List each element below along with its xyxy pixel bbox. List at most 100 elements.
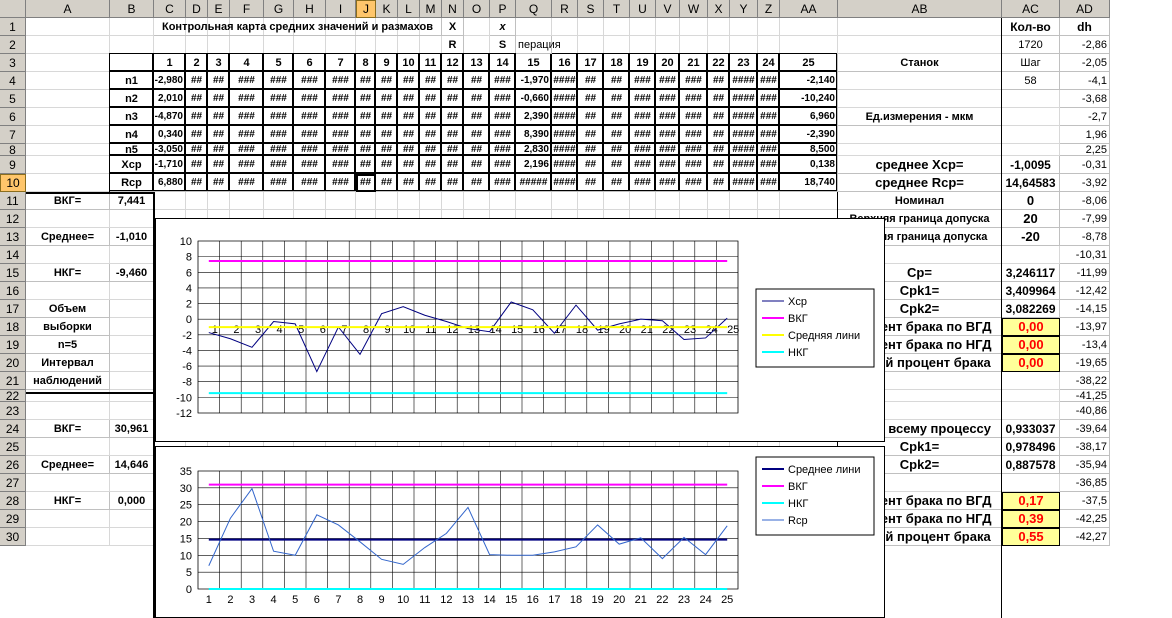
cell-ad18[interactable]: -13,97 [1060, 318, 1110, 336]
cell-ad29[interactable]: -42,25 [1060, 510, 1110, 528]
table-cell[interactable]: ## [356, 174, 376, 192]
table-cell[interactable]: ### [630, 72, 656, 90]
grid-cell[interactable] [758, 36, 780, 54]
grid-cell[interactable] [110, 474, 154, 492]
table-cell[interactable]: ## [442, 90, 464, 108]
table-cell[interactable]: ## [356, 72, 376, 90]
table-cell[interactable]: ## [578, 174, 604, 192]
table-cell[interactable]: ### [230, 174, 264, 192]
cell-ad13[interactable]: -8,78 [1060, 228, 1110, 246]
table-cell[interactable]: ### [490, 156, 516, 174]
left-label-20[interactable]: Интервал [26, 354, 110, 372]
grid-cell[interactable] [110, 528, 154, 546]
table-cell[interactable]: #### [552, 90, 578, 108]
row-label-1[interactable]: n1 [110, 72, 154, 90]
table-cell[interactable]: #### [552, 156, 578, 174]
table-cell[interactable]: 0,138 [780, 156, 838, 174]
cell-ac2[interactable]: 1720 [1002, 36, 1060, 54]
sample-number-24[interactable]: 24 [758, 54, 780, 72]
row-header-5[interactable]: 5 [0, 90, 26, 108]
grid-cell[interactable] [294, 36, 326, 54]
row-header-9[interactable]: 9 [0, 156, 26, 174]
row-header-21[interactable]: 21 [0, 372, 26, 390]
left-label-19[interactable]: n=5 [26, 336, 110, 354]
table-cell[interactable]: ## [464, 144, 490, 156]
table-cell[interactable]: ## [398, 174, 420, 192]
table-cell[interactable]: ## [208, 174, 230, 192]
select-all-corner[interactable] [0, 0, 26, 18]
table-cell[interactable]: ## [708, 156, 730, 174]
grid-cell[interactable] [578, 18, 604, 36]
spreadsheet[interactable]: A B C D E F G H I J K L M N O P Q R S T U V W X Y Z AA AB AC AD 12345… [0, 0, 1172, 618]
column-header-ab[interactable]: AB [838, 0, 1002, 18]
grid-cell[interactable] [26, 36, 110, 54]
cell-ad1[interactable]: dh [1060, 18, 1110, 36]
sample-number-21[interactable]: 21 [680, 54, 708, 72]
summary-value-17[interactable]: 3,082269 [1002, 300, 1060, 318]
row-label-6[interactable]: Xср [110, 156, 154, 174]
table-cell[interactable]: ### [490, 90, 516, 108]
table-cell[interactable]: ### [264, 156, 294, 174]
table-cell[interactable]: ### [230, 72, 264, 90]
sample-number-17[interactable]: 17 [578, 54, 604, 72]
table-cell[interactable]: #### [730, 174, 758, 192]
summary-value-26[interactable]: 0,887578 [1002, 456, 1060, 474]
grid-cell[interactable] [780, 18, 838, 36]
grid-cell[interactable] [110, 438, 154, 456]
row-header-12[interactable]: 12 [0, 210, 26, 228]
grid-cell[interactable] [186, 192, 208, 210]
table-cell[interactable]: ## [604, 156, 630, 174]
row-header-23[interactable]: 23 [0, 402, 26, 420]
table-cell[interactable]: ### [490, 72, 516, 90]
table-cell[interactable]: ## [578, 144, 604, 156]
grid-cell[interactable] [26, 72, 110, 90]
row-header-29[interactable]: 29 [0, 510, 26, 528]
sample-number-20[interactable]: 20 [656, 54, 680, 72]
table-cell[interactable]: ## [442, 126, 464, 144]
cell-ab6[interactable]: Ед.измерения - мкм [838, 108, 1002, 126]
grid-cell[interactable] [758, 192, 780, 210]
table-cell[interactable]: ## [464, 174, 490, 192]
defect-value-18[interactable]: 0,00 [1002, 318, 1060, 336]
grid-cell[interactable] [464, 36, 490, 54]
table-cell[interactable]: ## [420, 108, 442, 126]
cell-ad15[interactable]: -11,99 [1060, 264, 1110, 282]
table-cell[interactable]: ## [186, 90, 208, 108]
grid-cell[interactable] [680, 18, 708, 36]
table-cell[interactable]: ### [758, 108, 780, 126]
grid-cell[interactable] [1002, 126, 1060, 144]
table-cell[interactable]: #### [552, 108, 578, 126]
table-cell[interactable]: #### [730, 144, 758, 156]
summary-value-11[interactable]: 0 [1002, 192, 1060, 210]
table-cell[interactable]: ### [758, 156, 780, 174]
column-header-o[interactable]: O [464, 0, 490, 18]
table-cell[interactable]: #### [552, 174, 578, 192]
table-cell[interactable]: ### [758, 174, 780, 192]
table-cell[interactable]: ## [376, 90, 398, 108]
sample-number-19[interactable]: 19 [630, 54, 656, 72]
table-cell[interactable]: ### [630, 90, 656, 108]
row-header-16[interactable]: 16 [0, 282, 26, 300]
grid-cell[interactable] [730, 192, 758, 210]
sample-number-2[interactable]: 2 [186, 54, 208, 72]
grid-cell[interactable] [398, 192, 420, 210]
table-cell[interactable]: ## [420, 90, 442, 108]
table-cell[interactable]: ## [442, 72, 464, 90]
grid-cell[interactable] [516, 192, 552, 210]
cell-ad9[interactable]: -0,31 [1060, 156, 1110, 174]
grid-cell[interactable] [154, 192, 186, 210]
table-cell[interactable]: ## [398, 90, 420, 108]
table-cell[interactable]: ### [680, 72, 708, 90]
chart-title-cell[interactable]: Контрольная карта средних значений и раз… [154, 18, 442, 36]
grid-cell[interactable] [1002, 372, 1060, 390]
grid-cell[interactable] [1002, 246, 1060, 264]
row-header-25[interactable]: 25 [0, 438, 26, 456]
table-cell[interactable]: 6,880 [154, 174, 186, 192]
summary-label-10[interactable]: среднее Rср= [838, 174, 1002, 192]
table-cell[interactable]: ## [604, 174, 630, 192]
row-header-27[interactable]: 27 [0, 474, 26, 492]
grid-cell[interactable] [110, 300, 154, 318]
grid-cell[interactable] [26, 18, 110, 36]
table-cell[interactable]: ### [758, 144, 780, 156]
row-header-7[interactable]: 7 [0, 126, 26, 144]
